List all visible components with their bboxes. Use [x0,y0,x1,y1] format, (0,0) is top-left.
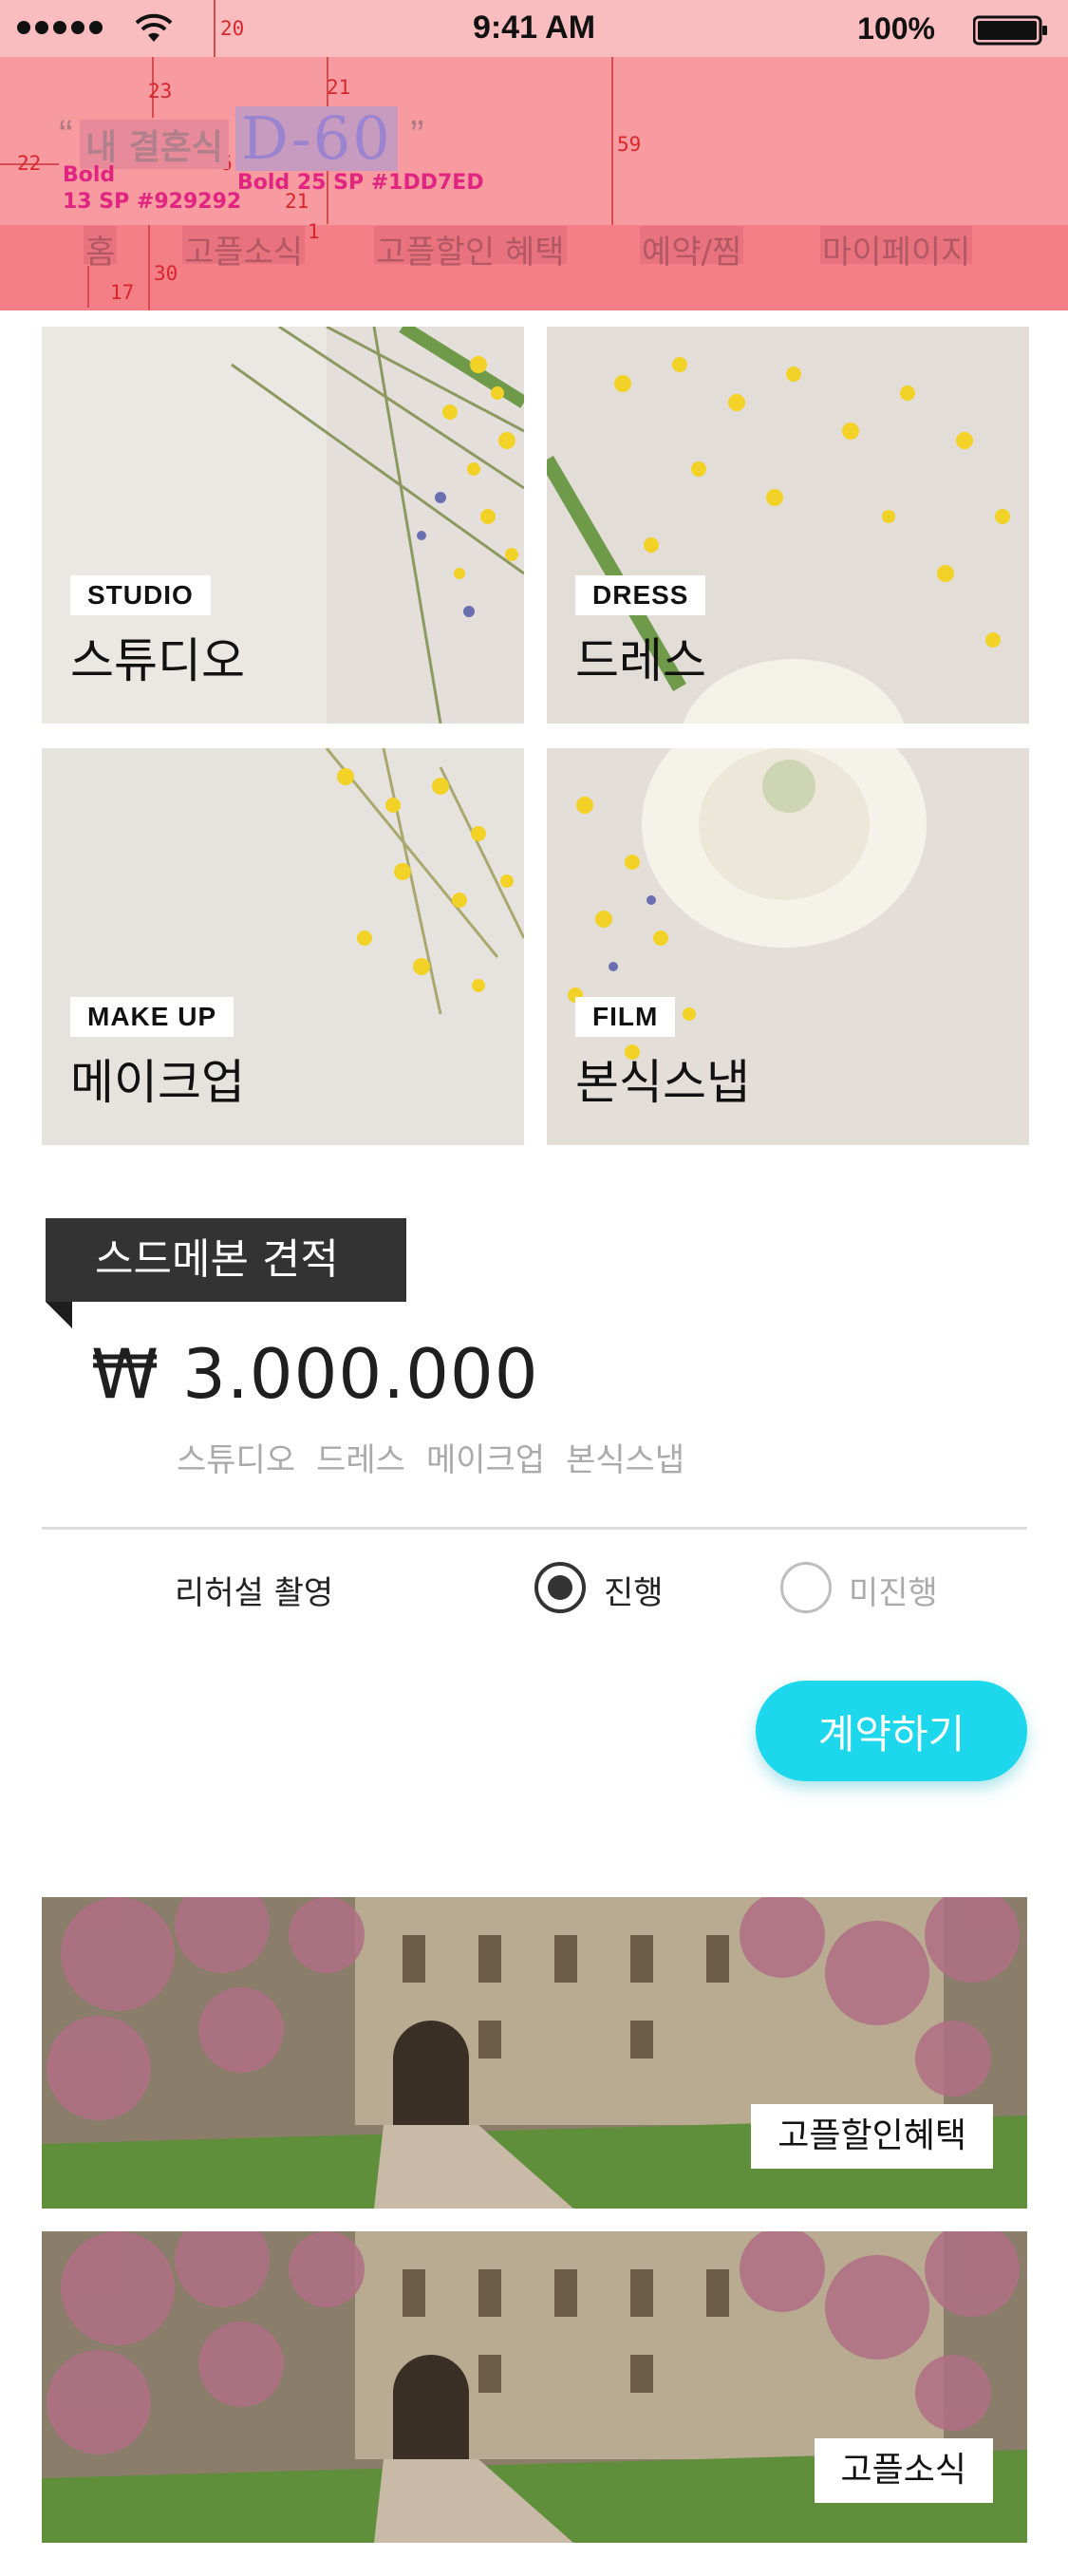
category-title: 메이크업 [70,1055,245,1110]
spec-guide-line [214,0,215,57]
category-tag: FILM [575,997,676,1037]
spec-measure: 17 [110,281,135,304]
tab-discount[interactable]: 고플할인 혜택 [374,226,567,272]
category-dress[interactable]: DRESS 드레스 [547,327,1029,724]
category-tag: DRESS [575,575,706,615]
estimate-item: 드레스 [316,1441,405,1479]
divider [42,1527,1027,1530]
spec-guide-line [611,57,613,225]
banner-discount[interactable]: 고플할인혜택 [42,1897,1027,2209]
rehearsal-yes-radio[interactable] [534,1562,586,1613]
category-studio[interactable]: STUDIO 스튜디오 [42,327,524,724]
category-film[interactable]: FILM 본식스냅 [547,748,1029,1145]
spec-measure: 1 [308,220,320,243]
category-makeup[interactable]: MAKE UP 메이크업 [42,748,524,1145]
contract-button[interactable]: 계약하기 [756,1681,1027,1781]
spec-measure: 59 [617,133,642,156]
close-quote: ” [410,112,424,159]
category-title: 본식스냅 [575,1055,750,1110]
spec-dday-detail: Bold 25 SP #1DD7ED [237,171,484,195]
ribbon-fold [46,1302,72,1328]
spec-guide-line [87,266,89,308]
spec-measure: 20 [220,17,245,40]
tab-news[interactable]: 고플소식 [182,226,306,272]
status-bar: 9:41 AM 100% [0,0,1068,57]
d-day-counter: D-60 [235,106,398,171]
estimate-item: 본식스냅 [566,1441,685,1479]
estimate-item: 스튜디오 [177,1441,296,1479]
battery-percent: 100% [857,11,935,46]
estimate-items: 스튜디오 드레스 메이크업 본식스냅 [177,1434,684,1480]
spec-measure: 30 [154,262,178,285]
tab-mypage[interactable]: 마이페이지 [820,226,973,272]
rehearsal-no-label[interactable]: 미진행 [849,1567,938,1613]
spec-measure: 22 [17,152,42,175]
spec-label-detail: 13 SP #929292 [63,190,242,214]
rehearsal-label: 리허설 촬영 [175,1574,334,1612]
wedding-label: 내 결혼식 [80,120,230,169]
rehearsal-no-radio[interactable] [780,1562,832,1613]
banner-label: 고플할인혜택 [751,2104,993,2169]
tab-reservation[interactable]: 예약/찜 [640,226,744,272]
rehearsal-yes-label[interactable]: 진행 [604,1567,664,1613]
estimate-title: 스드메본 견적 [46,1218,406,1302]
banner-news[interactable]: 고플소식 [42,2231,1027,2543]
category-title: 스튜디오 [70,633,245,688]
category-tag: MAKE UP [70,997,234,1037]
banner-label: 고플소식 [814,2438,993,2503]
spec-label-style: Bold [63,163,116,187]
spec-guide-line [148,225,150,310]
tab-home[interactable]: 홈 [84,226,118,272]
open-quote: “ [59,112,73,159]
estimate-price: ₩ 3.000.000 [91,1334,539,1414]
spec-measure: 21 [327,76,351,99]
spec-measure: 23 [148,80,173,103]
battery-icon [973,15,1047,46]
estimate-item: 메이크업 [425,1441,546,1479]
category-tag: STUDIO [70,575,211,615]
category-title: 드레스 [575,633,706,688]
